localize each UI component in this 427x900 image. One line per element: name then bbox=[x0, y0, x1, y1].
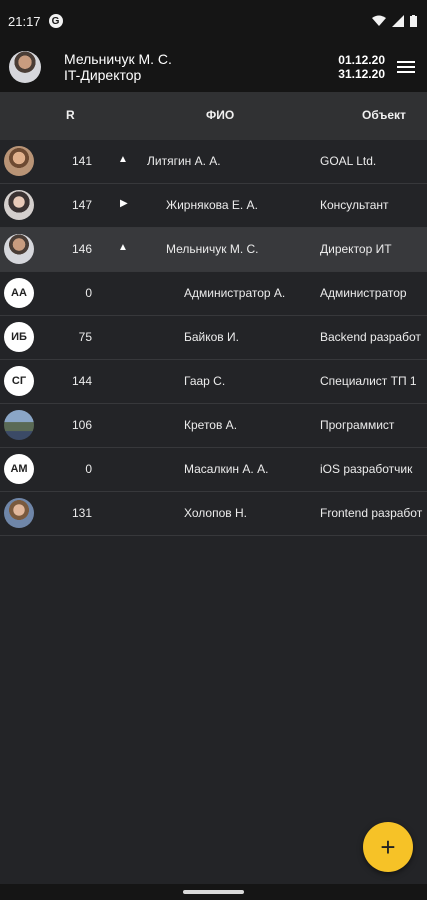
column-object[interactable]: Объект bbox=[362, 108, 406, 122]
employee-object: Специалист ТП 1 bbox=[320, 374, 417, 388]
employee-name: Жирнякова Е. А. bbox=[166, 198, 258, 212]
employee-name: Мельничук М. С. bbox=[166, 242, 259, 256]
employee-table: 141 ▲ Литягин А. А. GOAL Ltd. 147 ▶ Жирн… bbox=[0, 140, 427, 536]
date-to: 31.12.20 bbox=[338, 67, 385, 81]
column-r[interactable]: R bbox=[66, 108, 75, 122]
table-header: R ФИО Объект bbox=[0, 92, 427, 140]
user-info: Мельничук М. С. IT-Директор bbox=[64, 51, 172, 83]
rating-value: 0 bbox=[85, 462, 92, 476]
app-header: Мельничук М. С. IT-Директор 01.12.20 31.… bbox=[0, 42, 427, 92]
avatar bbox=[4, 410, 34, 440]
avatar: СГ bbox=[4, 366, 34, 396]
table-row[interactable]: СГ 144 Гаар С. Специалист ТП 1 bbox=[0, 360, 427, 404]
table-row[interactable]: 147 ▶ Жирнякова Е. А. Консультант bbox=[0, 184, 427, 228]
avatar bbox=[4, 146, 34, 176]
wifi-icon bbox=[372, 15, 386, 26]
employee-name: Администратор А. bbox=[184, 286, 286, 300]
avatar bbox=[4, 234, 34, 264]
status-time: 21:17 bbox=[8, 13, 41, 29]
rating-value: 141 bbox=[71, 154, 92, 168]
avatar: АМ bbox=[4, 454, 34, 484]
date-from: 01.12.20 bbox=[338, 53, 385, 67]
employee-name: Литягин А. А. bbox=[147, 154, 221, 168]
avatar bbox=[4, 190, 34, 220]
employee-object: Frontend разработ bbox=[320, 506, 423, 520]
employee-name: Масалкин А. А. bbox=[184, 462, 269, 476]
table-row[interactable]: 141 ▲ Литягин А. А. GOAL Ltd. bbox=[0, 140, 427, 184]
expand-arrow-icon[interactable]: ▶ bbox=[120, 198, 128, 209]
table-row[interactable]: АА 0 Администратор А. Администратор bbox=[0, 272, 427, 316]
home-gesture-handle[interactable] bbox=[183, 890, 244, 894]
rating-value: 106 bbox=[71, 418, 92, 432]
rating-value: 146 bbox=[71, 242, 92, 256]
table-row[interactable]: 146 ▲ Мельничук М. С. Директор ИТ bbox=[0, 228, 427, 272]
collapse-arrow-icon[interactable]: ▲ bbox=[118, 154, 128, 165]
avatar: ИБ bbox=[4, 322, 34, 352]
rating-value: 0 bbox=[85, 286, 92, 300]
avatar: АА bbox=[4, 278, 34, 308]
employee-object: Администратор bbox=[320, 286, 407, 300]
employee-object: iOS разработчик bbox=[320, 462, 413, 476]
add-button[interactable]: + bbox=[363, 822, 413, 872]
rating-value: 144 bbox=[71, 374, 92, 388]
user-avatar[interactable] bbox=[9, 51, 41, 83]
employee-name: Байков И. bbox=[184, 330, 239, 344]
rating-value: 131 bbox=[71, 506, 92, 520]
user-name: Мельничук М. С. bbox=[64, 51, 172, 67]
user-role: IT-Директор bbox=[64, 67, 142, 83]
employee-object: GOAL Ltd. bbox=[320, 154, 377, 168]
table-row[interactable]: ИБ 75 Байков И. Backend разработ bbox=[0, 316, 427, 360]
avatar bbox=[4, 498, 34, 528]
column-fio[interactable]: ФИО bbox=[206, 108, 234, 122]
system-nav-bar bbox=[0, 884, 427, 900]
menu-icon[interactable] bbox=[397, 61, 415, 73]
collapse-arrow-icon[interactable]: ▲ bbox=[118, 242, 128, 253]
employee-name: Гаар С. bbox=[184, 374, 226, 388]
table-row[interactable]: 106 Кретов А. Программист bbox=[0, 404, 427, 448]
rating-value: 147 bbox=[71, 198, 92, 212]
employee-object: Директор ИТ bbox=[320, 242, 392, 256]
battery-icon bbox=[410, 15, 417, 27]
date-range[interactable]: 01.12.20 31.12.20 bbox=[338, 53, 385, 81]
employee-name: Холопов Н. bbox=[184, 506, 247, 520]
status-bar: 21:17 G bbox=[0, 0, 427, 42]
employee-object: Backend разработ bbox=[320, 330, 421, 344]
employee-name: Кретов А. bbox=[184, 418, 238, 432]
employee-object: Консультант bbox=[320, 198, 389, 212]
rating-value: 75 bbox=[78, 330, 92, 344]
table-row[interactable]: 131 Холопов Н. Frontend разработ bbox=[0, 492, 427, 536]
employee-object: Программист bbox=[320, 418, 395, 432]
signal-icon bbox=[392, 15, 404, 27]
table-row[interactable]: АМ 0 Масалкин А. А. iOS разработчик bbox=[0, 448, 427, 492]
notification-icon: G bbox=[48, 14, 63, 28]
